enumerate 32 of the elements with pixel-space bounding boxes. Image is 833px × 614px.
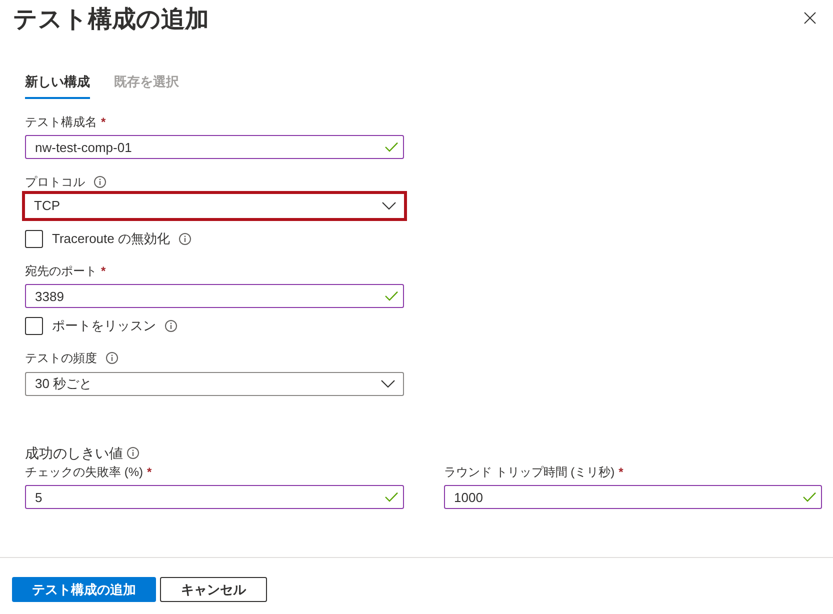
checkbox-label: ポートをリッスン [52,318,156,334]
checkbox-label: Traceroute の無効化 [52,231,170,247]
panel-title: テスト構成の追加 [13,5,209,35]
required-mark: * [147,464,152,480]
text-input[interactable]: nw-test-comp-01 [25,135,404,159]
tab[interactable]: 新しい構成 [25,70,90,99]
info-icon[interactable] [127,447,139,459]
text-input[interactable]: 3389 [25,284,404,308]
cancel-button[interactable]: キャンセル [160,577,267,602]
field-label: プロトコル [25,174,85,190]
required-mark: * [101,114,106,130]
close-icon[interactable] [804,12,816,24]
field-label: テストの頻度 [25,350,97,366]
chevron-down-icon [381,380,395,388]
info-icon[interactable] [94,176,106,188]
field-label: チェックの失敗率 (%) [25,464,143,480]
info-icon[interactable] [179,233,191,245]
dropdown[interactable]: 30 秒ごと [25,372,404,396]
field-label: 宛先のポート [25,263,97,279]
checkbox[interactable] [25,230,43,248]
field-label: テスト構成名 [25,114,97,130]
info-icon[interactable] [165,320,177,332]
field-label: ラウンド トリップ時間 (ミリ秒) [444,464,615,480]
required-mark: * [618,464,624,480]
add-button[interactable]: テスト構成の追加 [12,577,156,602]
checkbox[interactable] [25,317,43,335]
chevron-down-icon [382,202,396,210]
section-heading: 成功のしきい値 [25,444,123,462]
text-input[interactable]: 1000 [444,485,822,509]
required-mark: * [101,263,106,279]
info-icon[interactable] [106,352,118,364]
text-input[interactable]: 5 [25,485,404,509]
